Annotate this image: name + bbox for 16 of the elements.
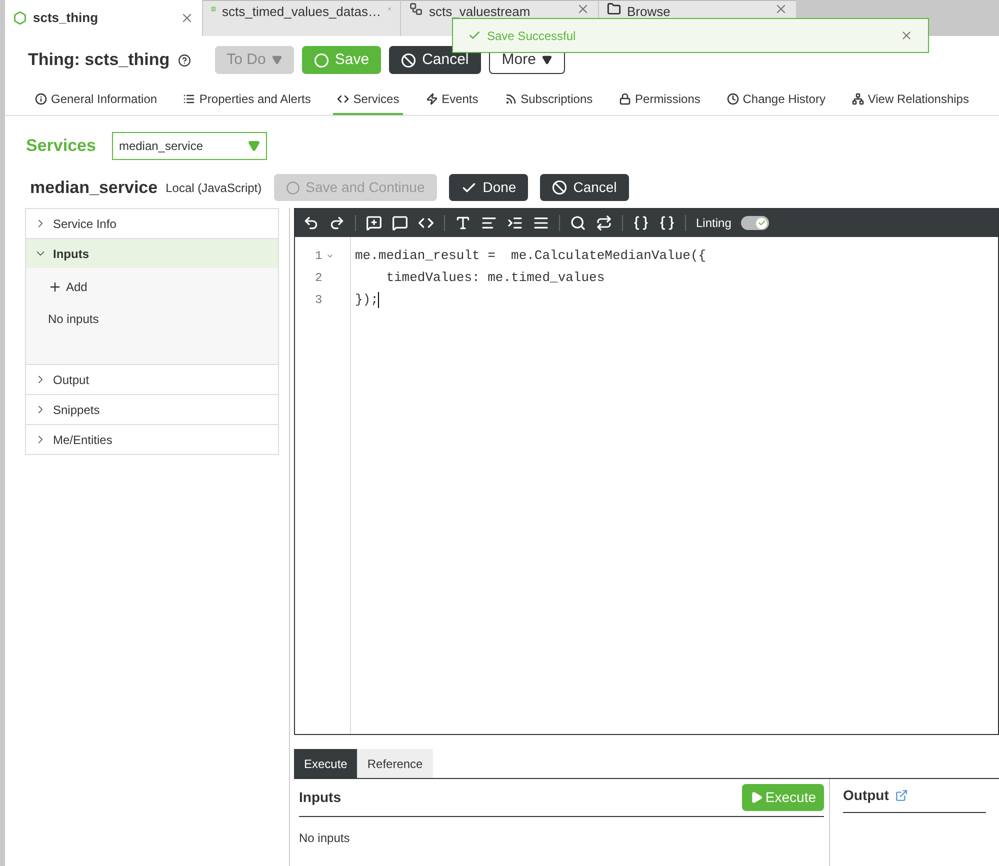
empty-text: No inputs: [48, 311, 100, 328]
service-type: Local (JavaScript): [166, 180, 262, 196]
linting-label: Linting: [696, 215, 732, 232]
output-title: Output: [843, 786, 889, 805]
code-line: });: [355, 291, 378, 310]
services-label: Services: [26, 135, 96, 158]
service-name: median_service: [30, 176, 158, 199]
code-line: timedValues: me.timed_values: [385, 269, 605, 288]
line-number: 2: [315, 270, 322, 287]
line-number: 1: [315, 248, 322, 265]
inputs-title: Inputs: [299, 788, 341, 807]
thing-title: Thing: scts_thing: [28, 49, 170, 72]
line-number: 3: [315, 292, 322, 309]
empty-text: No inputs: [299, 830, 351, 847]
code-line: me.median_result = me.CalculateMedianValue({: [355, 247, 706, 266]
toast-message: Save Successful: [487, 28, 577, 44]
